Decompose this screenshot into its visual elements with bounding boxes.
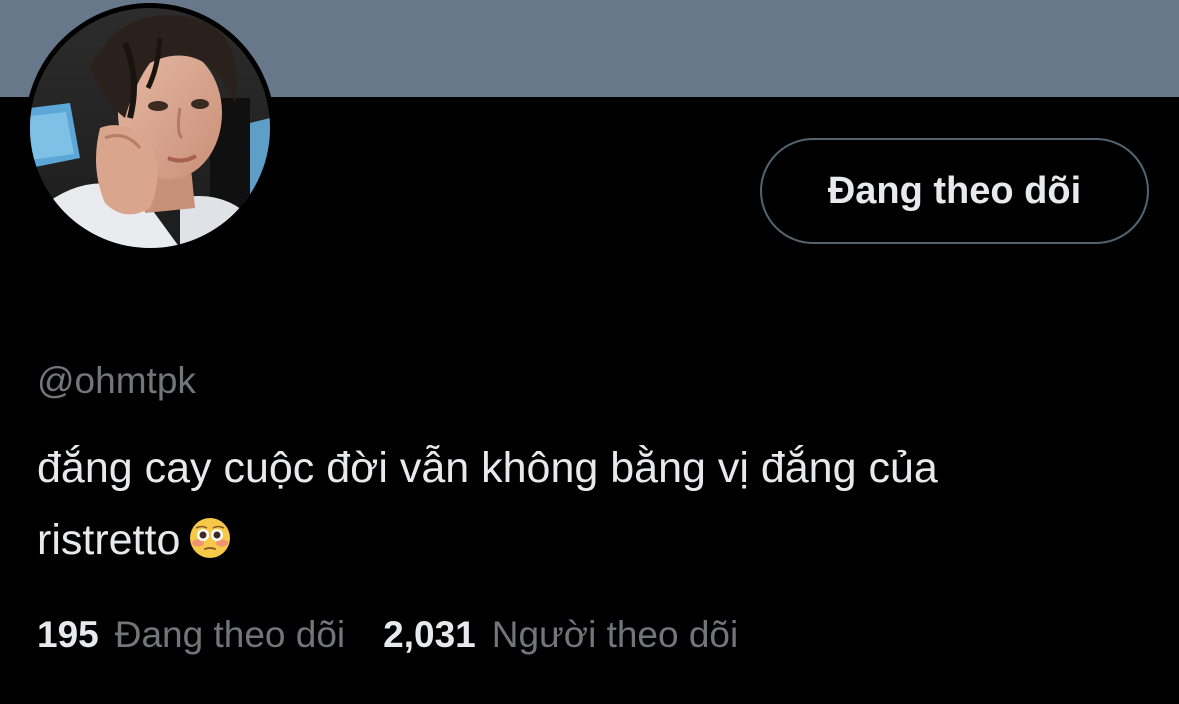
bio-line-1: đắng cay cuộc đời vẫn không bằng vị đắng… bbox=[37, 444, 938, 492]
followers-label: Người theo dõi bbox=[491, 614, 739, 655]
following-stat[interactable]: 195 Đang theo dõi bbox=[37, 614, 345, 656]
username-handle[interactable]: @ohmtpk bbox=[37, 360, 196, 402]
profile-photo-icon bbox=[30, 8, 270, 248]
followers-count: 2,031 bbox=[383, 614, 476, 655]
follow-stats: 195 Đang theo dõi 2,031 Người theo dõi bbox=[37, 614, 738, 656]
avatar[interactable] bbox=[25, 3, 275, 253]
followers-stat[interactable]: 2,031 Người theo dõi bbox=[383, 614, 738, 656]
bio-line-2-text: ristretto bbox=[37, 516, 181, 564]
flushed-face-emoji-icon bbox=[188, 510, 232, 582]
following-count: 195 bbox=[37, 614, 99, 655]
following-button[interactable]: Đang theo dõi bbox=[760, 138, 1149, 244]
following-label: Đang theo dõi bbox=[114, 614, 346, 655]
bio: đắng cay cuộc đời vẫn không bằng vị đắng… bbox=[37, 432, 1147, 582]
bio-line-2: ristretto bbox=[37, 504, 1147, 582]
